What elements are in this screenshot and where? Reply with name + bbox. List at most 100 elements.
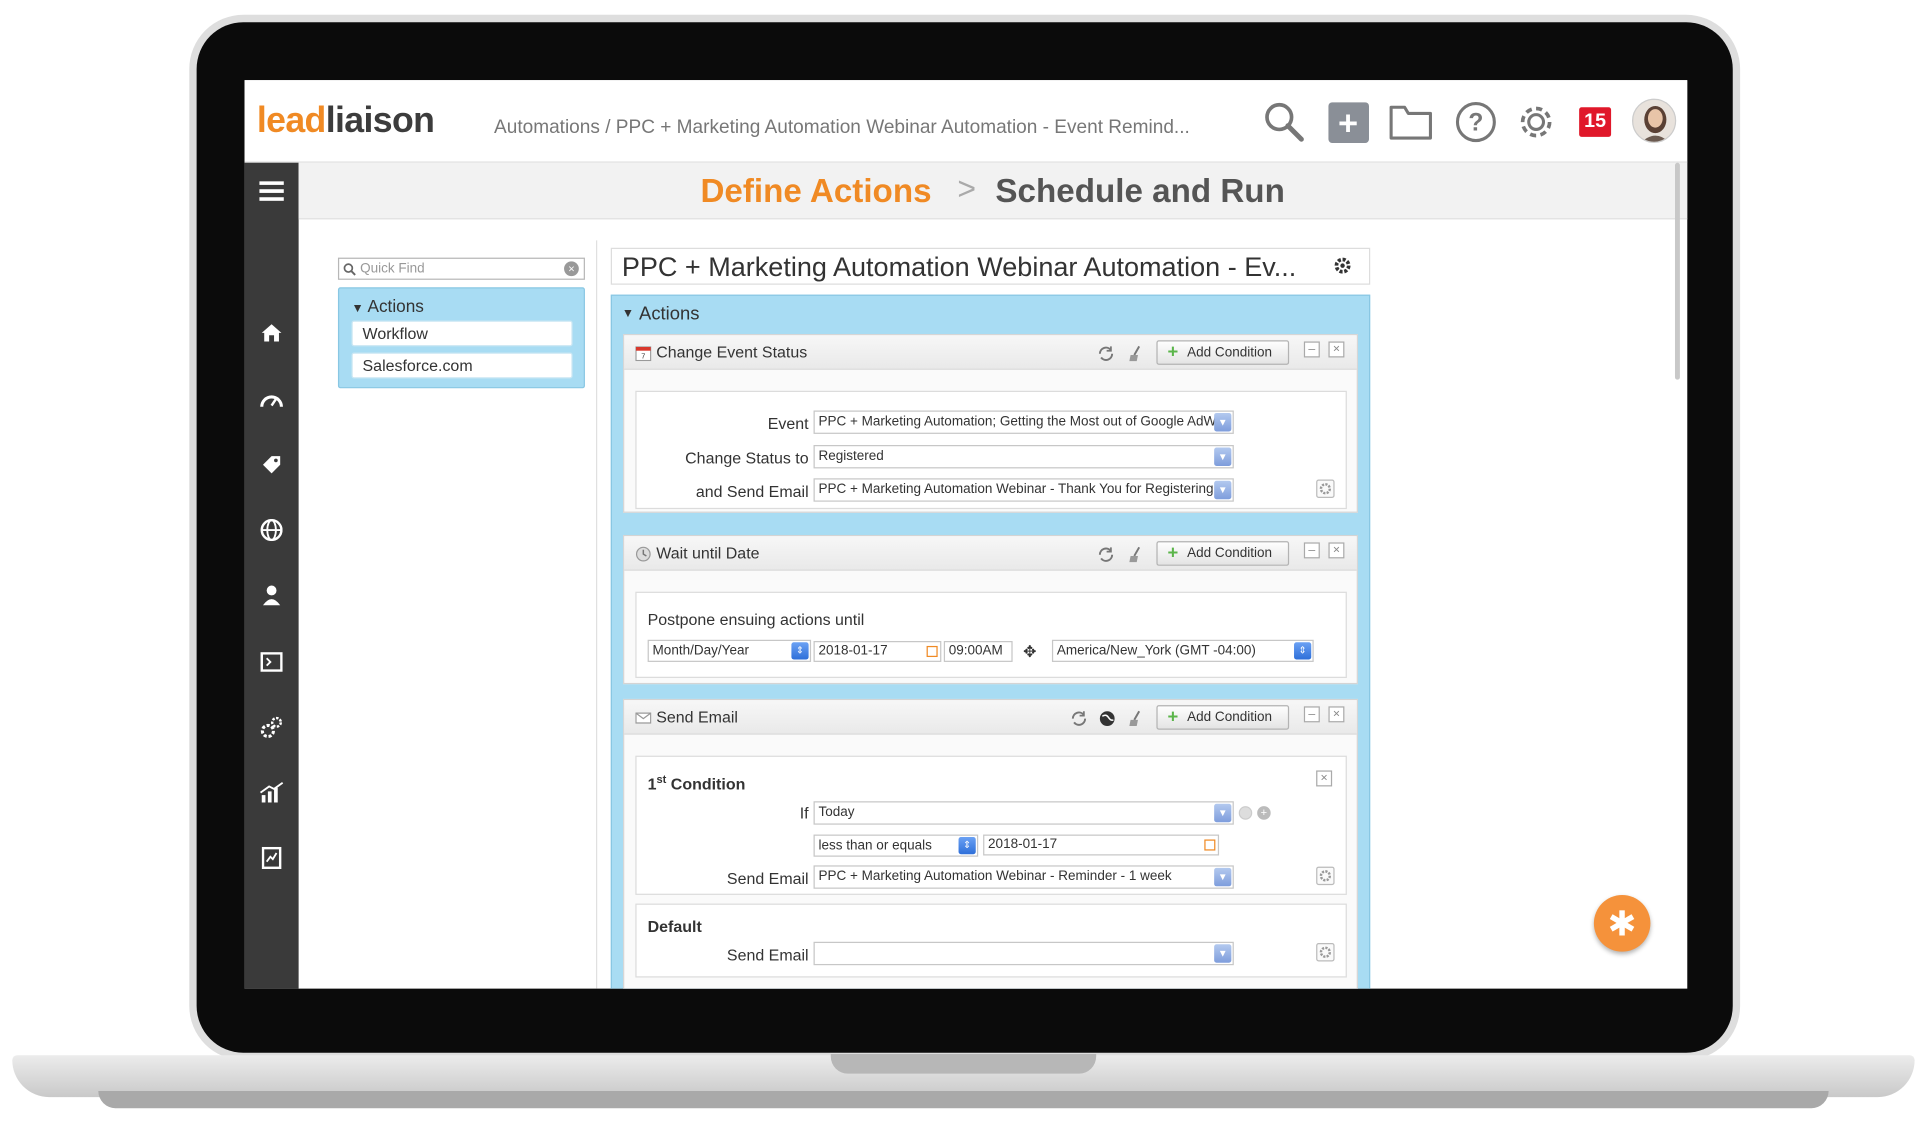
notification-badge[interactable]: 15	[1579, 107, 1612, 137]
move-icon[interactable]: ✥	[1015, 641, 1044, 662]
clear-icon[interactable]: ×	[564, 261, 579, 277]
avatar[interactable]	[1631, 98, 1677, 143]
globe-icon[interactable]	[257, 515, 286, 545]
send-email-label: and Send Email	[695, 481, 809, 501]
default-email-select[interactable]: ▼	[813, 941, 1234, 966]
minimize-icon[interactable]: –	[1303, 706, 1320, 723]
add-rule-icon[interactable]: +	[1257, 806, 1271, 820]
add-condition-button[interactable]: + Add Condition	[1156, 541, 1290, 566]
svg-text:7: 7	[641, 352, 645, 361]
add-button[interactable]: +	[1326, 100, 1370, 144]
step-schedule-and-run[interactable]: Schedule and Run	[995, 173, 1284, 211]
settings-gear-icon[interactable]	[1333, 256, 1351, 281]
minimize-icon[interactable]: –	[1303, 542, 1320, 559]
plus-icon: +	[1327, 101, 1369, 143]
condition-email-select[interactable]: PPC + Marketing Automation Webinar - Rem…	[813, 865, 1234, 889]
scrollbar[interactable]	[1674, 162, 1680, 380]
laptop-mockup: leadliaison Automations / PPC + Marketin…	[0, 0, 1927, 1123]
panel-divider	[596, 240, 598, 989]
tag-icon[interactable]	[257, 450, 286, 480]
automation-title-bar: PPC + Marketing Automation Webinar Autom…	[610, 247, 1371, 285]
gear-icon[interactable]	[1316, 479, 1335, 499]
email-select[interactable]: PPC + Marketing Automation Webinar - Tha…	[813, 478, 1234, 502]
gear-icon[interactable]	[1316, 943, 1335, 962]
breadcrumb-root[interactable]: Automations	[494, 117, 600, 138]
remove-rule-icon[interactable]	[1238, 806, 1253, 820]
top-bar: leadliaison Automations / PPC + Marketin…	[244, 80, 1688, 163]
event-select[interactable]: PPC + Marketing Automation; Getting the …	[813, 410, 1234, 434]
card-header: Wait until Date + Add Condition – ×	[624, 536, 1357, 571]
wizard-steps: Define Actions > Schedule and Run	[298, 162, 1688, 220]
refresh-icon[interactable]	[1097, 345, 1114, 362]
default-title: Default	[647, 917, 702, 936]
quick-find-placeholder: Quick Find	[360, 261, 425, 277]
gear-icon[interactable]	[1514, 100, 1558, 144]
date-format-select[interactable]: Month/Day/Year ⇕	[647, 639, 812, 662]
actions-container: ▼ Actions 7 Change Event Status + Add Con…	[610, 294, 1371, 989]
cogs-icon[interactable]	[257, 713, 286, 743]
condition-title: 1st Condition	[647, 772, 746, 794]
step-define-actions[interactable]: Define Actions	[700, 173, 931, 211]
home-icon[interactable]	[257, 318, 286, 348]
dashboard-icon[interactable]	[257, 385, 286, 415]
menu-icon[interactable]	[257, 176, 286, 206]
time-input[interactable]: 09:00AM	[943, 641, 1013, 662]
timezone-select[interactable]: America/New_York (GMT -04:00) ⇕	[1051, 639, 1314, 662]
left-item-salesforce[interactable]: Salesforce.com	[351, 352, 573, 379]
plus-icon: +	[1167, 706, 1179, 728]
plus-icon: +	[1167, 341, 1179, 363]
condition-date-input[interactable]: 2018-01-17	[983, 834, 1220, 856]
automation-title[interactable]: PPC + Marketing Automation Webinar Autom…	[622, 251, 1296, 283]
card-body: Postpone ensuing actions until Month/Day…	[635, 591, 1347, 678]
refresh-icon[interactable]	[1070, 710, 1087, 727]
calendar-icon[interactable]	[926, 645, 938, 658]
logo[interactable]: leadliaison	[257, 101, 435, 142]
add-condition-button[interactable]: + Add Condition	[1156, 340, 1290, 365]
close-icon[interactable]: ×	[1328, 542, 1345, 559]
broom-icon[interactable]	[1127, 345, 1144, 362]
chevron-down-icon: ▼	[1214, 944, 1232, 963]
status-select[interactable]: Registered ▼	[813, 445, 1234, 469]
quick-action-button[interactable]: ✱	[1593, 894, 1651, 952]
minimize-icon[interactable]: –	[1303, 341, 1320, 358]
plus-icon: +	[1167, 542, 1179, 564]
broom-icon[interactable]	[1127, 546, 1144, 563]
globe-icon[interactable]	[1099, 710, 1116, 727]
chevron-updown-icon: ⇕	[1294, 642, 1312, 660]
if-label: If	[799, 803, 809, 823]
actions-title: Actions	[639, 303, 700, 325]
folder-icon[interactable]	[1389, 100, 1433, 144]
help-icon[interactable]: ?	[1454, 100, 1498, 144]
clock-icon	[635, 546, 651, 562]
quick-find-input[interactable]: Quick Find ×	[337, 257, 585, 280]
breadcrumb-current: PPC + Marketing Automation Webinar Autom…	[615, 117, 1190, 139]
calendar-icon[interactable]	[1204, 839, 1216, 851]
operator-select[interactable]: less than or equals ⇕	[813, 834, 979, 857]
user-icon[interactable]	[257, 581, 286, 611]
add-condition-button[interactable]: + Add Condition	[1156, 705, 1290, 730]
event-label: Event	[767, 414, 809, 433]
asterisk-icon: ✱	[1607, 904, 1637, 944]
terminal-icon[interactable]	[257, 647, 286, 677]
sidebar	[244, 162, 299, 989]
left-item-workflow[interactable]: Workflow	[351, 320, 573, 347]
analytics-icon[interactable]	[257, 778, 286, 808]
search-icon[interactable]	[1262, 100, 1306, 144]
report-icon[interactable]	[257, 843, 286, 873]
date-input[interactable]: 2018-01-17	[813, 641, 942, 662]
close-icon[interactable]: ×	[1328, 341, 1345, 358]
app-screen: leadliaison Automations / PPC + Marketin…	[244, 80, 1688, 989]
chevron-down-icon: ▼	[1214, 412, 1232, 432]
caret-down-icon[interactable]: ▼	[622, 307, 634, 321]
change-status-label: Change Status to	[685, 448, 809, 468]
card-title: Send Email	[656, 707, 738, 727]
broom-icon[interactable]	[1127, 710, 1144, 727]
postpone-label: Postpone ensuing actions until	[647, 610, 865, 629]
card-body: Event PPC + Marketing Automation; Gettin…	[635, 390, 1347, 510]
actions-section-toggle[interactable]: ▼ Actions	[351, 296, 423, 316]
if-select[interactable]: Today ▼	[813, 801, 1234, 825]
refresh-icon[interactable]	[1097, 546, 1114, 563]
close-icon[interactable]: ×	[1316, 770, 1333, 787]
close-icon[interactable]: ×	[1328, 706, 1345, 723]
gear-icon[interactable]	[1316, 866, 1335, 886]
